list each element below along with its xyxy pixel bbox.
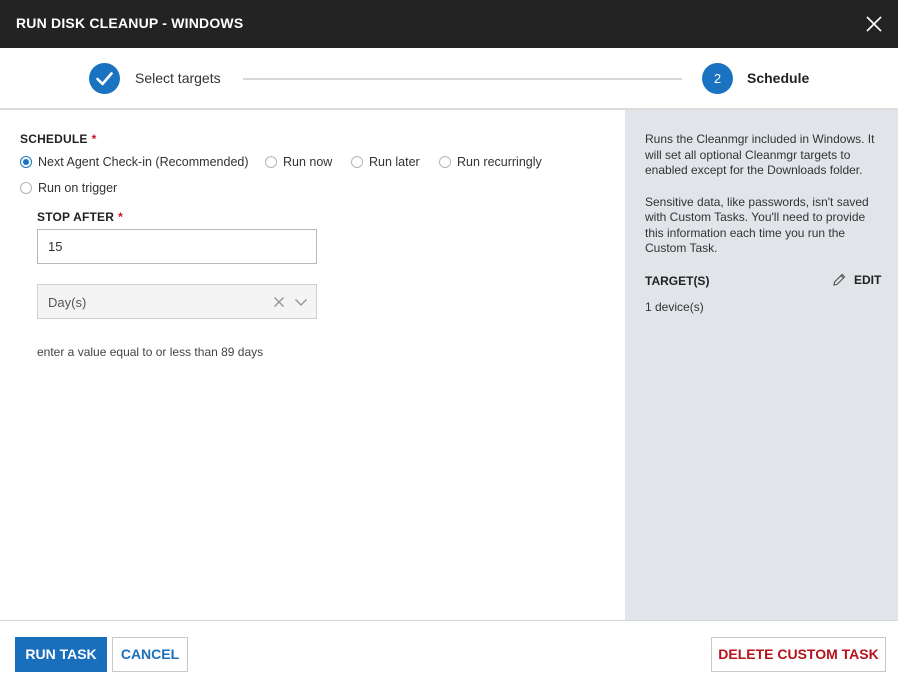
radio-run-now[interactable]: Run now <box>265 155 332 169</box>
delete-custom-task-button[interactable]: DELETE CUSTOM TASK <box>711 637 886 672</box>
edit-label: EDIT <box>854 272 882 287</box>
step-2-number: 2 <box>702 63 733 94</box>
schedule-label-text: SCHEDULE <box>20 132 88 146</box>
radio-button[interactable] <box>351 156 363 168</box>
dialog-footer: RUN TASK CANCEL DELETE CUSTOM TASK <box>0 620 898 684</box>
step-select-targets[interactable]: Select targets <box>135 70 221 86</box>
select-value: Day(s) <box>48 295 87 310</box>
close-icon[interactable] <box>862 12 886 36</box>
run-task-button[interactable]: RUN TASK <box>15 637 107 672</box>
title-bar: RUN DISK CLEANUP - WINDOWS <box>0 0 898 48</box>
pencil-icon <box>833 273 846 286</box>
wizard-stepper: Select targets 2 Schedule <box>0 48 898 110</box>
chevron-down-icon[interactable] <box>294 296 308 308</box>
description-paragraph: Runs the Cleanmgr included in Windows. I… <box>645 132 875 177</box>
stop-after-label-text: STOP AFTER <box>37 210 115 224</box>
stop-after-value-input[interactable] <box>37 229 317 264</box>
step-1-complete-indicator[interactable] <box>89 63 120 94</box>
cancel-button[interactable]: CANCEL <box>112 637 188 672</box>
radio-run-recurringly[interactable]: Run recurringly <box>439 155 542 169</box>
radio-button[interactable] <box>265 156 277 168</box>
targets-count: 1 device(s) <box>645 300 704 314</box>
step-connector-line <box>243 78 682 80</box>
schedule-label: SCHEDULE * <box>20 132 96 146</box>
radio-run-later[interactable]: Run later <box>351 155 420 169</box>
radio-label: Run on trigger <box>38 181 118 195</box>
checkmark-icon <box>96 72 113 86</box>
step-schedule: Schedule <box>747 70 810 86</box>
edit-targets-button[interactable]: EDIT <box>832 272 881 287</box>
radio-label: Run recurringly <box>457 155 542 169</box>
info-side-panel: Runs the Cleanmgr included in Windows. I… <box>625 110 898 620</box>
radio-run-on-trigger[interactable]: Run on trigger <box>20 181 117 195</box>
radio-label: Run later <box>369 155 420 169</box>
radio-label: Run now <box>283 155 333 169</box>
targets-title: TARGET(S) <box>645 274 710 288</box>
radio-label: Next Agent Check-in (Recommended) <box>38 155 249 169</box>
radio-button[interactable] <box>439 156 451 168</box>
required-marker: * <box>118 210 123 224</box>
clear-icon[interactable] <box>273 296 285 308</box>
stop-after-unit-select[interactable]: Day(s) <box>37 284 317 319</box>
schedule-form: SCHEDULE * Next Agent Check-in (Recommend… <box>0 110 625 620</box>
stop-after-hint: enter a value equal to or less than 89 d… <box>37 345 264 359</box>
task-description: Runs the Cleanmgr included in Windows. I… <box>645 132 885 273</box>
stop-after-label: STOP AFTER * <box>37 210 123 224</box>
required-marker: * <box>91 132 97 146</box>
radio-next-agent-check-in[interactable]: Next Agent Check-in (Recommended) <box>20 155 249 169</box>
radio-button-checked[interactable] <box>20 156 32 168</box>
description-paragraph: Sensitive data, like passwords, isn't sa… <box>645 194 869 256</box>
dialog-title: RUN DISK CLEANUP - WINDOWS <box>16 15 244 31</box>
radio-button[interactable] <box>20 182 32 194</box>
